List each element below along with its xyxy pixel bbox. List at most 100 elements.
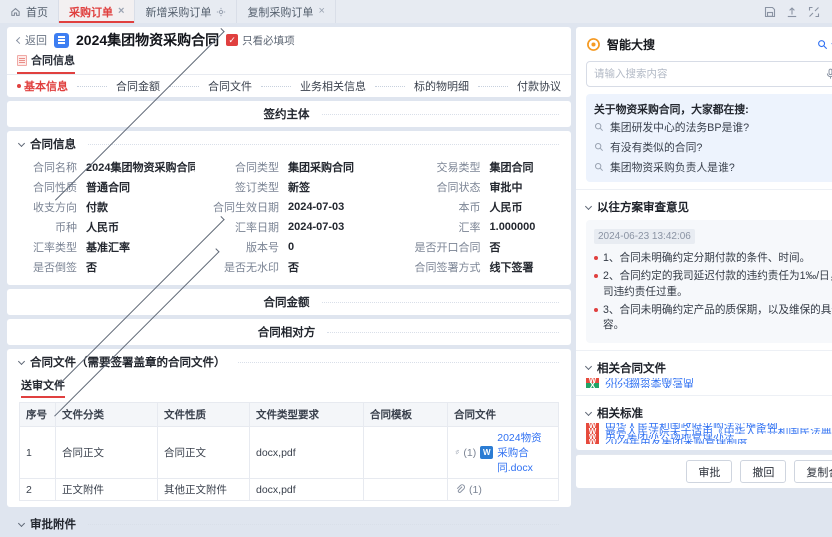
field-value: 集团合同 [490,159,534,175]
table-header-cell: 合同文件 [448,403,559,427]
section-title: 以往方案审查意见 [597,199,689,215]
hot-search-item[interactable]: 集团研发中心的法务BP是谁? [594,117,832,137]
cell-filetype: docx,pdf [250,427,364,479]
approve-button[interactable]: 审批 [686,460,732,483]
step-separator [169,86,199,87]
file-link[interactable]: 2024物资采购合同.docx [497,430,552,475]
section-related-files-header[interactable]: 相关合同文件 [586,358,832,378]
field-value: 2024集团物资采购合同 [86,159,195,175]
field-label: 合同类型 [195,159,279,175]
step-subject-detail[interactable]: 标的物明细 [414,78,469,94]
detail-header-card: 返回 2024集团物资采购合同 ✓ 只看必填项 合同信息 [7,27,571,97]
related-file-item[interactable]: X 2023物资需求清单 [586,383,832,388]
section-standards-header[interactable]: 相关标准 [586,403,832,423]
required-only-checkbox[interactable]: ✓ 只看必填项 [226,33,295,48]
step-separator [77,86,107,87]
tab-copy-purchase-order[interactable]: 复制采购订单 × [237,0,335,23]
panel-title: 智能大搜 [607,36,655,53]
section-review-opinions-header[interactable]: 以往方案审查意见 [586,197,832,217]
field-label: 是否开口合同 [397,239,481,255]
section-contract-info: 合同信息 合同名称2024集团物资采购合同 合同类型集团采购合同 交易类型集团合… [7,131,571,285]
section-header[interactable]: 合同相对方 [7,319,571,345]
field-label: 合同名称 [11,159,77,175]
hot-search-item[interactable]: 集团物资采购负责人是谁? [594,157,832,177]
tab-label: 复制采购订单 [247,4,313,20]
step-contract-amount[interactable]: 合同金额 [116,78,160,94]
hot-search-box: 关于物资采购合同，大家都在搜: × 集团研发中心的法务BP是谁? 有没有类似的合… [586,94,832,182]
tab-label: 采购订单 [69,4,113,20]
hot-search-label: 集团物资采购负责人是谁? [610,159,735,175]
section-header[interactable]: 合同金额 [7,289,571,315]
section-header[interactable]: 合同信息 [7,131,571,157]
bullet-icon [594,308,598,312]
tab-new-purchase-order[interactable]: 新增采购订单 [135,0,237,23]
section-header[interactable]: 审批附件 [7,511,571,537]
step-basic-info[interactable]: 基本信息 [17,78,68,94]
tab-home[interactable]: 首页 [0,0,59,23]
tab-purchase-order[interactable]: 采购订单 × [59,0,135,23]
field-label: 版本号 [195,239,279,255]
section-counterparty: 合同相对方 [7,319,571,345]
field-label: 汇率类型 [11,239,77,255]
step-separator [261,86,291,87]
bullseye-icon [586,37,601,52]
cell-no: 1 [20,427,56,479]
app-window: 首页 采购订单 × 新增采购订单 复制采购订单 × [0,0,832,492]
step-business-info[interactable]: 业务相关信息 [300,78,366,94]
withdraw-button[interactable]: 撤回 [740,460,786,483]
paperclip-icon [454,447,459,458]
bullet-icon [594,274,598,278]
search-icon [594,162,604,172]
paperclip-icon [454,484,465,495]
field-value: 人民币 [490,199,523,215]
tab-contract-info[interactable]: 合同信息 [17,52,75,74]
review-item: 1、合同未明确约定分期付款的条件、时间。 [594,251,832,266]
upload-icon[interactable] [786,6,798,18]
table-header-cell: 序号 [20,403,56,427]
hot-search-label: 有没有类似的合同? [610,139,702,155]
gear-icon [216,7,226,17]
chevron-down-icon [18,139,25,146]
section-contract-amount: 合同金额 [7,289,571,315]
checkbox-checked-icon: ✓ [226,34,238,46]
attach-count: (1) [469,484,482,496]
page-title: 2024集团物资采购合同 [76,30,219,50]
doc-tab-row: 合同信息 [7,53,571,75]
window-tool-icons [752,0,832,23]
table-header-row: 序号 文件分类 文件性质 文件类型要求 合同模板 合同文件 [20,403,559,427]
divider [576,395,832,396]
copy-contract-button[interactable]: 复制合同 [794,460,832,483]
expand-icon[interactable] [808,6,820,18]
step-contract-files[interactable]: 合同文件 [208,78,252,94]
cell-no: 2 [20,479,56,501]
dotted-leader [327,332,559,333]
section-header[interactable]: 签约主体 [7,101,571,127]
smart-search-column: 智能大搜 个性化 关于物资采购合同，大家都在搜: × [576,27,832,488]
dotted-leader [322,114,560,115]
bullet-icon [594,256,598,260]
contract-info-fields: 合同名称2024集团物资采购合同 合同类型集团采购合同 交易类型集团合同 合同性… [7,157,571,279]
field-label: 是否倒签 [11,259,77,275]
standard-item[interactable]: W 2024年用友集团采购管理制度 [586,439,832,444]
cell-nature: 合同正文 [158,427,250,479]
personalize-button[interactable]: 个性化 [817,37,832,52]
divider [576,350,832,351]
step-payment-agreement[interactable]: 付款协议 [517,78,561,94]
review-item: 2、合同约定的我司延迟付款的违约责任为1‰/日，我司违约责任过重。 [594,269,832,300]
back-button[interactable]: 返回 [17,32,47,48]
close-icon[interactable]: × [318,6,324,17]
contract-files-table: 序号 文件分类 文件性质 文件类型要求 合同模板 合同文件 1 合同正文 合同正 [19,402,559,501]
field-value: 基准汇率 [86,239,130,255]
search-input[interactable] [594,68,819,80]
save-icon[interactable] [764,6,776,18]
mic-icon[interactable] [825,68,832,80]
cell-template [364,479,448,501]
field-value: 付款 [86,199,108,215]
section-title: 合同文件（需要签署盖章的合同文件） [30,354,226,370]
hot-search-item[interactable]: 有没有类似的合同? [594,137,832,157]
attach-count: (1) [463,447,476,459]
hot-search-label: 集团研发中心的法务BP是谁? [610,119,749,135]
close-icon[interactable]: × [118,6,124,17]
table-header-cell: 文件类型要求 [250,403,364,427]
tab-label: 合同信息 [31,52,75,68]
